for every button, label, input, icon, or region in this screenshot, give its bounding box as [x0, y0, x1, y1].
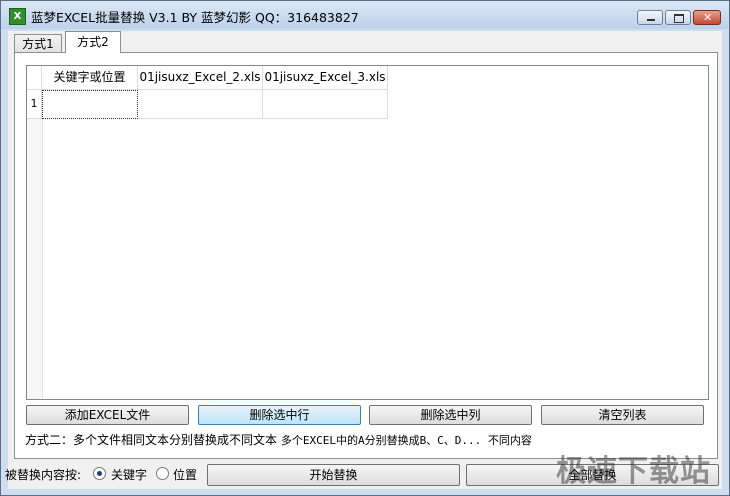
grid-corner [27, 66, 42, 90]
delete-column-button[interactable]: 删除选中列 [369, 405, 532, 425]
maximize-icon [674, 14, 684, 23]
tab-method1[interactable]: 方式1 [14, 34, 62, 53]
title-bar[interactable]: X 蓝梦EXCEL批量替换 V3.1 BY 蓝梦幻影 QQ：316483827 … [1, 1, 729, 29]
excel-app-icon: X [9, 8, 26, 25]
row-header-1[interactable]: 1 [27, 90, 42, 119]
tab-method2[interactable]: 方式2 [65, 31, 121, 53]
site-watermark: 极速下载站 [556, 454, 711, 489]
grid-cell-keyword[interactable] [42, 90, 138, 119]
client-area: 方式1 方式2 关键字或位置 01jisuxz_Excel_2.xls 01ji… [8, 31, 722, 489]
start-replace-button[interactable]: 开始替换 [207, 464, 460, 486]
position-radio-label[interactable]: 位置 [173, 466, 197, 483]
clear-list-button[interactable]: 清空列表 [541, 405, 704, 425]
data-grid[interactable]: 关键字或位置 01jisuxz_Excel_2.xls 01jisuxz_Exc… [26, 65, 709, 400]
row-header-strip [27, 119, 43, 399]
column-header-file2[interactable]: 01jisuxz_Excel_2.xls [138, 66, 263, 90]
delete-row-button[interactable]: 删除选中行 [198, 405, 361, 425]
replace-by-label: 被替换内容按: [5, 468, 82, 482]
close-button[interactable]: ✕ [693, 10, 721, 25]
minimize-icon [647, 19, 655, 21]
tab-panel-method2: 关键字或位置 01jisuxz_Excel_2.xls 01jisuxz_Exc… [14, 52, 718, 459]
window-title: 蓝梦EXCEL批量替换 V3.1 BY 蓝梦幻影 QQ：316483827 [31, 10, 359, 25]
grid-cell-file2[interactable] [138, 90, 263, 119]
keyword-radio[interactable] [93, 467, 106, 480]
hint-text: 方式二：多个文件相同文本分别替换成不同文本 [25, 433, 281, 447]
keyword-radio-label[interactable]: 关键字 [111, 466, 147, 483]
position-radio[interactable] [156, 467, 169, 480]
grid-cell-file3[interactable] [263, 90, 388, 119]
column-header-keyword[interactable]: 关键字或位置 [42, 66, 138, 90]
method2-hint: 方式二：多个文件相同文本分别替换成不同文本 多个EXCEL中的A分别替换成B、C… [25, 431, 532, 448]
minimize-button[interactable] [637, 10, 663, 25]
app-window: X 蓝梦EXCEL批量替换 V3.1 BY 蓝梦幻影 QQ：316483827 … [0, 0, 730, 496]
maximize-button[interactable] [665, 10, 691, 25]
close-icon: ✕ [703, 11, 713, 24]
hint-text-mono: 多个EXCEL中的A分别替换成B、C、D... 不同内容 [280, 434, 532, 447]
add-excel-button[interactable]: 添加EXCEL文件 [26, 405, 189, 425]
column-header-file3[interactable]: 01jisuxz_Excel_3.xls [263, 66, 388, 90]
